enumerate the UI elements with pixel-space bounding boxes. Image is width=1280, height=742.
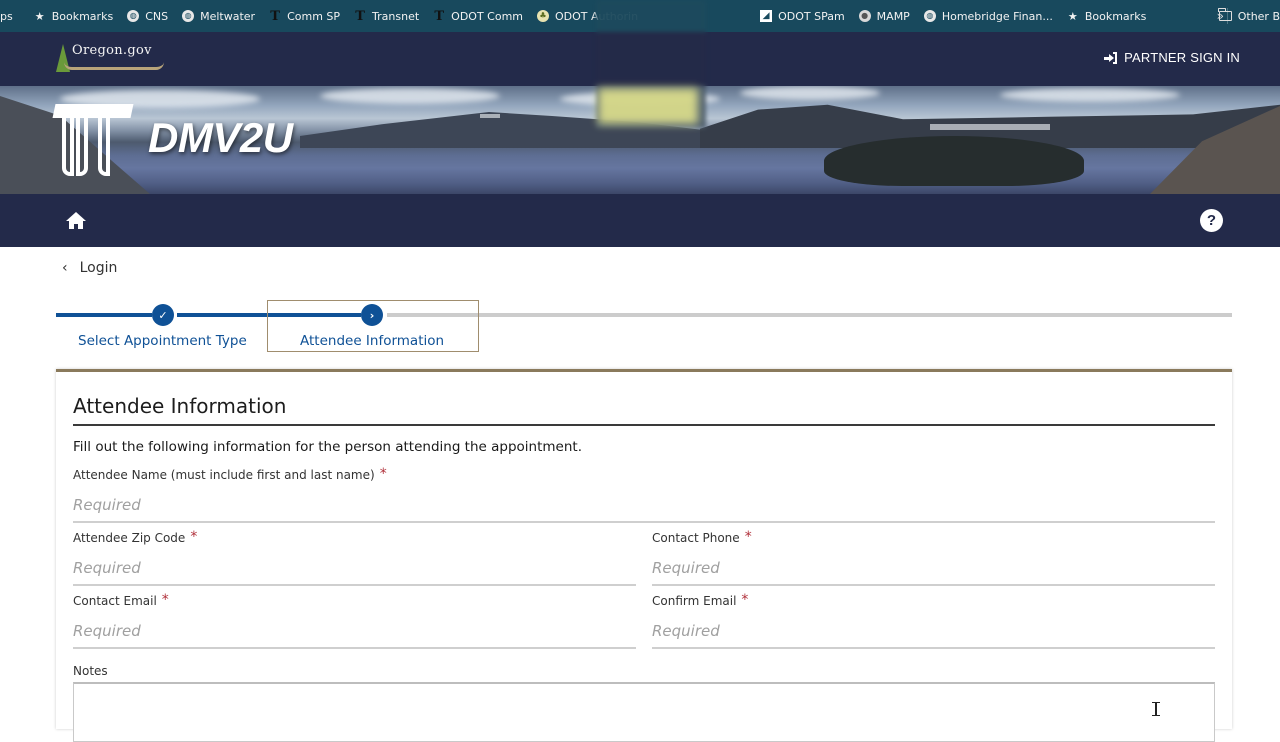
odot-t-icon: T — [270, 8, 280, 24]
partner-sign-in-button[interactable]: PARTNER SIGN IN — [1104, 50, 1240, 65]
bookmark-odot-spam[interactable]: ◢ ODOT SPam — [753, 0, 852, 32]
oregon-gov-logo[interactable]: Oregon.gov — [54, 42, 166, 76]
attendee-name-input[interactable] — [73, 494, 1215, 523]
contact-phone-field: Contact Phone * — [652, 529, 1215, 586]
app-title: DMV2U — [148, 114, 293, 161]
attendee-name-label: Attendee Name (must include first and la… — [73, 468, 375, 482]
star-icon: ★ — [34, 9, 45, 23]
contact-phone-label: Contact Phone — [652, 531, 740, 545]
bookmark-transnet[interactable]: T Transnet — [347, 0, 426, 32]
required-marker: * — [741, 592, 749, 608]
required-marker: * — [161, 592, 169, 608]
contact-email-input[interactable] — [73, 620, 636, 649]
bookmark-label: Bookmarks — [1084, 9, 1147, 23]
river-graphic — [64, 62, 164, 70]
bookmark-label: ODOT Comm — [451, 9, 523, 23]
odot-t-icon: T — [434, 8, 444, 24]
required-marker: * — [379, 466, 387, 482]
sign-in-icon — [1104, 51, 1118, 64]
form-title: Attendee Information — [73, 394, 287, 418]
bookmark-label: CNS — [145, 9, 169, 23]
question-circle-icon: ? — [1206, 212, 1217, 229]
partner-sign-in-label: PARTNER SIGN IN — [1124, 50, 1240, 65]
bookmark-label: Meltwater — [200, 9, 256, 23]
step-complete-check-icon: ✓ — [152, 304, 174, 326]
attendee-form-card: Attendee Information Fill out the follow… — [56, 369, 1232, 742]
help-button[interactable]: ? — [1200, 209, 1223, 232]
bookmark-label: Comm SP — [287, 9, 341, 23]
bookmark-mamp[interactable]: ● MAMP — [852, 0, 917, 32]
contact-phone-input[interactable] — [652, 557, 1215, 586]
redacted-region — [596, 0, 706, 128]
bookmark-label: Transnet — [372, 9, 420, 23]
text-cursor-icon — [1152, 702, 1160, 716]
bookmark-odot-comm[interactable]: T ODOT Comm — [426, 0, 530, 32]
notes-textarea[interactable] — [73, 682, 1215, 742]
chevron-left-icon: ‹ — [62, 260, 68, 276]
elephant-icon: ● — [858, 10, 871, 22]
oregon-gov-text: Oregon.gov — [72, 43, 152, 58]
notes-label: Notes — [73, 664, 108, 678]
leaf-icon: ♣ — [537, 10, 549, 22]
bookmark-label: ODOT SPam — [778, 9, 845, 23]
odot-t-icon: T — [355, 8, 365, 24]
star-icon: ★ — [1067, 9, 1078, 23]
home-button[interactable] — [66, 212, 86, 230]
folder-icon — [1218, 8, 1232, 21]
step-attendee-information: Attendee Information — [300, 333, 445, 349]
stepper-track-remaining — [387, 313, 1232, 317]
other-bookmarks-label: Other B — [1237, 9, 1280, 23]
bookmark-bookmarks-2[interactable]: ★ Bookmarks — [1060, 0, 1153, 32]
required-marker: * — [744, 529, 752, 545]
globe-icon: ◍ — [923, 10, 936, 22]
confirm-email-field: Confirm Email * — [652, 592, 1215, 649]
other-bookmarks-button[interactable]: Other B — [1211, 0, 1280, 32]
bookmark-label: Homebridge Finan... — [941, 9, 1053, 23]
globe-icon: ◍ — [182, 10, 195, 22]
secondary-nav: ? — [0, 194, 1280, 247]
required-marker: * — [190, 529, 198, 545]
stepper-track-complete — [56, 313, 152, 317]
form-intro: Fill out the following information for t… — [73, 439, 582, 455]
bookmark-meltwater[interactable]: ◍ Meltwater — [175, 0, 262, 32]
confirm-email-label: Confirm Email — [652, 594, 737, 608]
dmv2u-logo-icon — [52, 104, 134, 176]
zip-code-input[interactable] — [73, 557, 636, 586]
back-link-label: Login — [79, 260, 118, 276]
bookmark-bookmarks[interactable]: ★ Bookmarks — [20, 0, 120, 32]
zip-code-label: Attendee Zip Code — [73, 531, 186, 545]
globe-icon: ◍ — [127, 10, 140, 22]
contact-email-field: Contact Email * — [73, 592, 636, 649]
bookmark-homebridge[interactable]: ◍ Homebridge Finan... — [917, 0, 1060, 32]
bookmark-label: Bookmarks — [51, 9, 114, 23]
attendee-name-field: Attendee Name (must include first and la… — [73, 466, 1215, 523]
step-select-appointment-type[interactable]: Select Appointment Type — [78, 333, 247, 349]
bookmark-label: ps — [0, 9, 13, 23]
bookmark-label: MAMP — [876, 9, 910, 23]
progress-stepper: ✓ › Select Appointment Type Attendee Inf… — [56, 300, 1232, 356]
confirm-email-input[interactable] — [652, 620, 1215, 649]
bookmark-cns[interactable]: ◍ CNS — [120, 0, 175, 32]
back-to-login-link[interactable]: ‹ Login — [62, 260, 117, 276]
chart-icon: ◢ — [760, 10, 773, 22]
contact-email-label: Contact Email — [73, 594, 157, 608]
bookmark-apps[interactable]: ps — [0, 0, 20, 32]
title-divider — [73, 424, 1215, 426]
bookmark-comm-sp[interactable]: T Comm SP — [262, 0, 347, 32]
zip-code-field: Attendee Zip Code * — [73, 529, 636, 586]
